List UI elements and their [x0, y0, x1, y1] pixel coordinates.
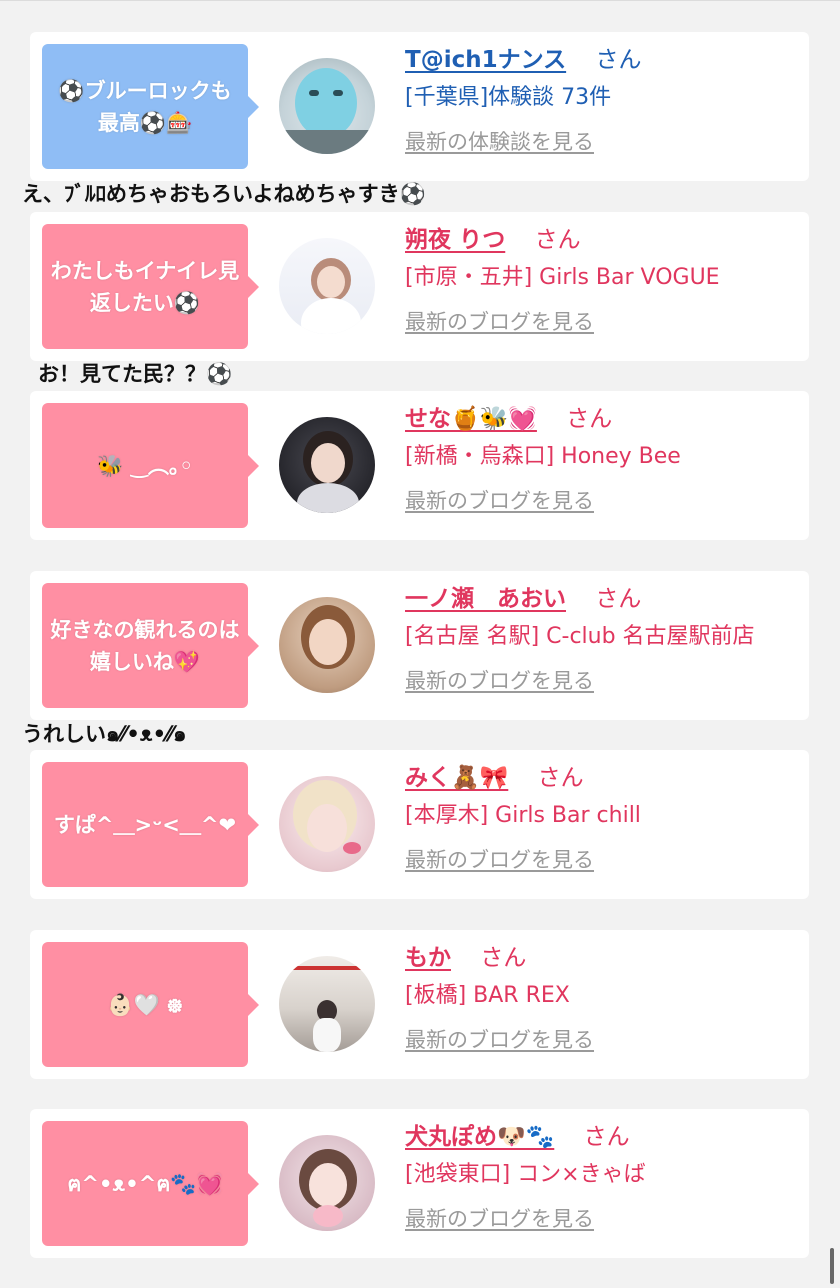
- message-bubble[interactable]: 🐝 ‿︵｡◦: [42, 403, 259, 528]
- name-row: せな🍯🐝💓 さん: [405, 403, 805, 439]
- honorific: さん: [480, 945, 527, 971]
- avatar[interactable]: [279, 597, 375, 693]
- poster-info: 犬丸ぽめ🐶🐾 さん [池袋東口] コン×きゃば 最新のブログを見る: [405, 1121, 805, 1233]
- reply-comment: え、ﾌﾞﾙﾛめちゃおもろいよねめちゃすき⚽: [22, 182, 426, 206]
- post-card: 好きなの観れるのは嬉しいね💖 一ノ瀬 あおい さん [名古屋 名駅] C-clu…: [30, 571, 809, 720]
- location-label: [市原・五井] Girls Bar VOGUE: [405, 265, 720, 290]
- location-label: [板橋] BAR REX: [405, 983, 570, 1008]
- location-label: [池袋東口] コン×きゃば: [405, 1162, 646, 1187]
- latest-blog-link[interactable]: 最新のブログを見る: [405, 667, 805, 695]
- location-label: [本厚木] Girls Bar chill: [405, 803, 641, 828]
- name-row: T@ich1ナンス さん: [405, 44, 805, 80]
- avatar[interactable]: [279, 1135, 375, 1231]
- post-card: わたしもイナイレ見返したい⚽ 朔夜 りつ さん [市原・五井] Girls Ba…: [30, 212, 809, 361]
- honorific: さん: [583, 1124, 630, 1150]
- location-label: [千葉県]体験談 73件: [405, 85, 612, 110]
- honorific: さん: [537, 765, 584, 791]
- avatar[interactable]: [279, 238, 375, 334]
- scrollbar-thumb[interactable]: [830, 1248, 834, 1284]
- name-row: もか さん: [405, 942, 805, 978]
- poster-info: せな🍯🐝💓 さん [新橋・烏森口] Honey Bee 最新のブログを見る: [405, 403, 805, 515]
- name-row: みく🧸🎀 さん: [405, 762, 805, 798]
- latest-blog-link[interactable]: 最新のブログを見る: [405, 846, 805, 874]
- name-row: 朔夜 りつ さん: [405, 224, 805, 260]
- poster-info: 朔夜 りつ さん [市原・五井] Girls Bar VOGUE 最新のブログを…: [405, 224, 805, 336]
- message-text: 🐝 ‿︵｡◦: [97, 453, 193, 478]
- message-text: すぱ^＿>ᵕ<＿^❤: [53, 812, 237, 837]
- avatar[interactable]: [279, 956, 375, 1052]
- latest-review-link[interactable]: 最新の体験談を見る: [405, 128, 805, 156]
- avatar[interactable]: [279, 417, 375, 513]
- poster-name-link[interactable]: 一ノ瀬 あおい: [405, 586, 566, 612]
- post-card: すぱ^＿>ᵕ<＿^❤ みく🧸🎀 さん [本厚木] Girls Bar chill…: [30, 750, 809, 899]
- message-text: 👶🏻🤍 ᪥: [107, 992, 183, 1017]
- message-bubble[interactable]: 好きなの観れるのは嬉しいね💖: [42, 583, 259, 708]
- reply-comment: うれしい๑⁄⁄•ᴥ•⁄⁄๑: [22, 722, 187, 746]
- honorific: さん: [566, 406, 613, 432]
- latest-blog-link[interactable]: 最新のブログを見る: [405, 308, 805, 336]
- poster-name-link[interactable]: せな🍯🐝💓: [405, 406, 537, 432]
- poster-info: 一ノ瀬 あおい さん [名古屋 名駅] C-club 名古屋駅前店 最新のブログ…: [405, 583, 805, 695]
- poster-name-link[interactable]: 犬丸ぽめ🐶🐾: [405, 1124, 554, 1150]
- poster-name-link[interactable]: みく🧸🎀: [405, 765, 508, 791]
- honorific: さん: [534, 227, 581, 253]
- message-bubble[interactable]: 👶🏻🤍 ᪥: [42, 942, 259, 1067]
- reply-comment: お！見てた民？？⚽: [38, 362, 233, 386]
- poster-info: T@ich1ナンス さん [千葉県]体験談 73件 最新の体験談を見る: [405, 44, 805, 156]
- poster-name-link[interactable]: もか: [405, 945, 451, 971]
- name-row: 犬丸ぽめ🐶🐾 さん: [405, 1121, 805, 1157]
- top-divider: [0, 0, 840, 1]
- latest-blog-link[interactable]: 最新のブログを見る: [405, 1205, 805, 1233]
- message-bubble[interactable]: すぱ^＿>ᵕ<＿^❤: [42, 762, 259, 887]
- post-card: 🐝 ‿︵｡◦ せな🍯🐝💓 さん [新橋・烏森口] Honey Bee 最新のブロ…: [30, 391, 809, 540]
- post-card: ฅ^•ᴥ•^ฅ🐾💓 犬丸ぽめ🐶🐾 さん [池袋東口] コン×きゃば 最新のブログ…: [30, 1109, 809, 1258]
- message-bubble[interactable]: わたしもイナイレ見返したい⚽: [42, 224, 259, 349]
- avatar[interactable]: [279, 776, 375, 872]
- message-text: ⚽ブルーロックも最高⚽🎰: [58, 78, 232, 135]
- poster-info: もか さん [板橋] BAR REX 最新のブログを見る: [405, 942, 805, 1054]
- location-label: [新橋・烏森口] Honey Bee: [405, 444, 681, 469]
- honorific: さん: [595, 47, 642, 73]
- poster-info: みく🧸🎀 さん [本厚木] Girls Bar chill 最新のブログを見る: [405, 762, 805, 874]
- message-text: ฅ^•ᴥ•^ฅ🐾💓: [67, 1171, 223, 1196]
- post-card: 👶🏻🤍 ᪥ もか さん [板橋] BAR REX 最新のブログを見る: [30, 930, 809, 1079]
- latest-blog-link[interactable]: 最新のブログを見る: [405, 1026, 805, 1054]
- poster-name-link[interactable]: T@ich1ナンス: [405, 47, 566, 73]
- poster-name-link[interactable]: 朔夜 りつ: [405, 227, 505, 253]
- message-text: わたしもイナイレ見返したい⚽: [50, 258, 240, 315]
- honorific: さん: [595, 586, 642, 612]
- message-bubble[interactable]: ⚽ブルーロックも最高⚽🎰: [42, 44, 259, 169]
- location-label: [名古屋 名駅] C-club 名古屋駅前店: [405, 624, 755, 649]
- message-text: 好きなの観れるのは嬉しいね💖: [50, 617, 240, 674]
- post-card: ⚽ブルーロックも最高⚽🎰 T@ich1ナンス さん [千葉県]体験談 73件 最…: [30, 32, 809, 181]
- name-row: 一ノ瀬 あおい さん: [405, 583, 805, 619]
- avatar[interactable]: [279, 58, 375, 154]
- message-bubble[interactable]: ฅ^•ᴥ•^ฅ🐾💓: [42, 1121, 259, 1246]
- latest-blog-link[interactable]: 最新のブログを見る: [405, 487, 805, 515]
